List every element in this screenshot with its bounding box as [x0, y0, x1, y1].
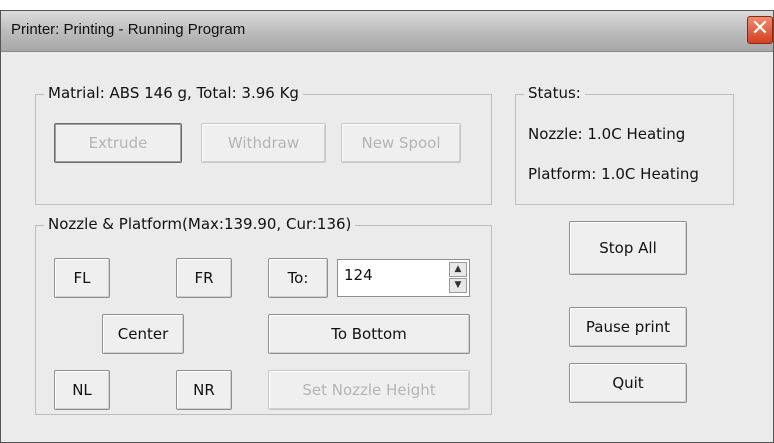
chevron-down-icon: ▼ — [454, 280, 462, 290]
platform-status: Platform: 1.0C Heating — [528, 165, 699, 183]
spinner-buttons: ▲ ▼ — [449, 262, 467, 294]
nozzle-platform-legend: Nozzle & Platform(Max:139.90, Cur:136) — [44, 215, 356, 233]
chevron-up-icon: ▲ — [454, 264, 462, 274]
title-bar[interactable]: Printer: Printing - Running Program ✕ — [1, 11, 773, 52]
quit-button[interactable]: Quit — [569, 363, 687, 403]
withdraw-label: Withdraw — [227, 134, 300, 152]
center-button[interactable]: Center — [102, 314, 184, 354]
withdraw-button[interactable]: Withdraw — [201, 123, 326, 163]
printer-dialog: Printer: Printing - Running Program ✕ Ma… — [0, 10, 774, 443]
fl-label: FL — [73, 269, 91, 287]
extrude-button[interactable]: Extrude — [54, 123, 182, 163]
spinner-up-button[interactable]: ▲ — [449, 262, 467, 277]
to-bottom-button[interactable]: To Bottom — [268, 314, 470, 354]
set-nozzle-height-label: Set Nozzle Height — [302, 381, 436, 399]
to-bottom-label: To Bottom — [331, 325, 407, 343]
fr-label: FR — [194, 269, 214, 287]
pause-print-button[interactable]: Pause print — [569, 307, 687, 347]
center-label: Center — [117, 325, 169, 343]
nr-button[interactable]: NR — [176, 370, 232, 410]
fr-button[interactable]: FR — [176, 258, 232, 298]
to-button[interactable]: To: — [268, 258, 328, 298]
stop-all-label: Stop All — [599, 239, 657, 257]
new-spool-label: New Spool — [361, 134, 441, 152]
quit-label: Quit — [612, 374, 644, 392]
stop-all-button[interactable]: Stop All — [569, 221, 687, 275]
status-group: Status: Nozzle: 1.0C Heating Platform: 1… — [515, 84, 734, 205]
status-legend: Status: — [524, 84, 585, 102]
nozzle-status: Nozzle: 1.0C Heating — [528, 125, 686, 143]
close-icon: ✕ — [750, 16, 770, 41]
close-button[interactable]: ✕ — [747, 16, 773, 44]
spinner-down-button[interactable]: ▼ — [449, 278, 467, 293]
fl-button[interactable]: FL — [54, 258, 110, 298]
material-legend: Matrial: ABS 146 g, Total: 3.96 Kg — [44, 84, 303, 102]
to-label: To: — [287, 269, 309, 287]
nl-label: NL — [72, 381, 92, 399]
set-nozzle-height-button[interactable]: Set Nozzle Height — [268, 370, 470, 410]
target-height-value[interactable]: 124 — [344, 266, 373, 284]
window-title: Printer: Printing - Running Program — [11, 21, 246, 38]
extrude-label: Extrude — [88, 134, 148, 152]
material-group: Matrial: ABS 146 g, Total: 3.96 Kg Extru… — [35, 84, 492, 205]
target-height-spinner[interactable]: 124 ▲ ▼ — [337, 259, 470, 297]
nl-button[interactable]: NL — [54, 370, 110, 410]
pause-print-label: Pause print — [585, 318, 671, 336]
nr-label: NR — [193, 381, 215, 399]
nozzle-platform-group: Nozzle & Platform(Max:139.90, Cur:136) F… — [35, 215, 492, 415]
new-spool-button[interactable]: New Spool — [341, 123, 461, 163]
